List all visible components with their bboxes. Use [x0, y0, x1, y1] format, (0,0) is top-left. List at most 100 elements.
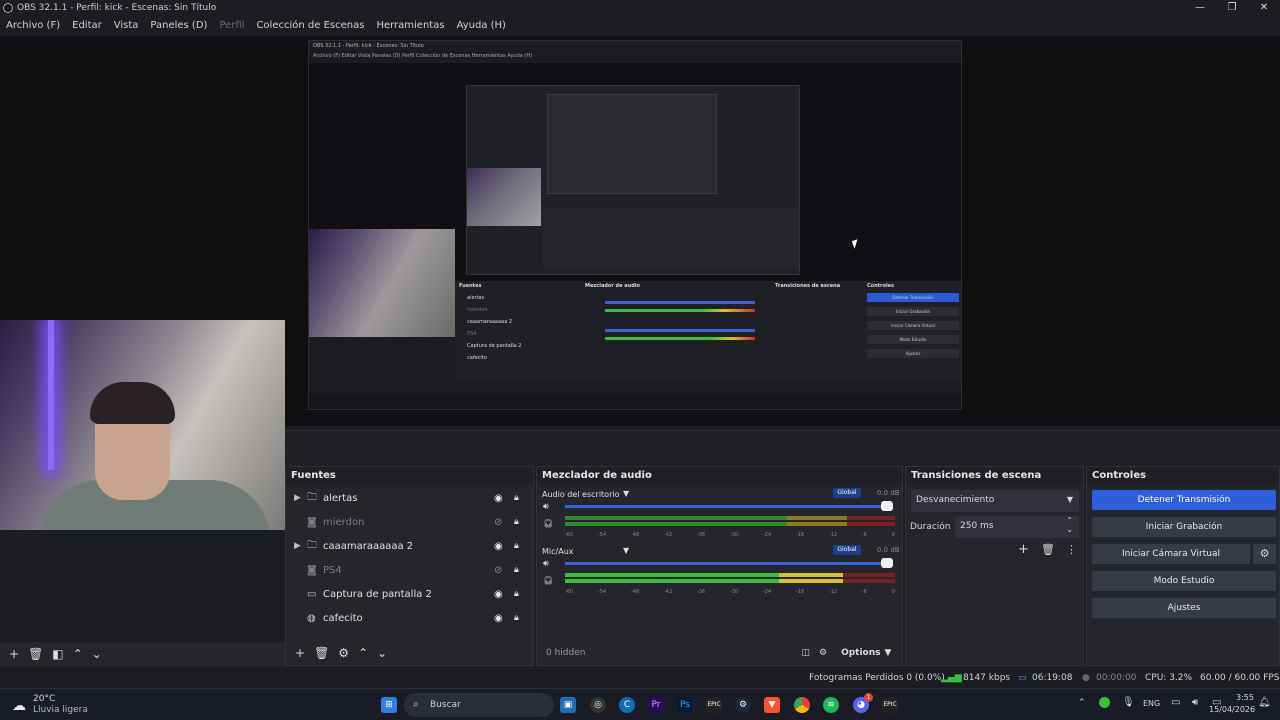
start-recording-button[interactable]: Iniciar Grabación [1092, 517, 1276, 537]
lock-icon[interactable]: 🔒︎ [514, 589, 519, 599]
clock-time[interactable]: 3:55 [1236, 693, 1254, 702]
windows-start-icon[interactable]: ⊞ [381, 697, 397, 713]
lock-icon[interactable]: 🔒︎ [514, 613, 519, 623]
nested-src-2: mierdon [467, 307, 488, 313]
lock-icon[interactable]: 🔒︎ [514, 541, 519, 551]
sources-dock: Fuentes ▶ 🗀 alertas ◉ 🔒︎ ◙ mierdon ⊘ 🔒︎ … [285, 466, 534, 666]
steam-icon[interactable]: ⚙ [735, 697, 751, 713]
volume-slider-knob[interactable] [881, 558, 893, 568]
menu-paneles[interactable]: Paneles (D) [144, 20, 213, 31]
transition-select[interactable]: Desvanecimiento ▼ [911, 490, 1079, 512]
eye-hidden-icon[interactable]: ⊘ [494, 565, 502, 576]
virtual-camera-settings-gear-icon[interactable]: ⚙ [1253, 544, 1276, 564]
weather-desc[interactable]: Lluvia ligera [33, 705, 88, 715]
virtual-camera-button[interactable]: Iniciar Cámara Virtual [1092, 544, 1250, 564]
source-item[interactable]: ▶ 🗀 caaamaraaaaaa 2 ◉ 🔒︎ [286, 534, 531, 558]
volume-slider-knob[interactable] [881, 501, 893, 511]
spotify-icon[interactable]: ≋ [823, 697, 839, 713]
eye-hidden-icon[interactable]: ⊘ [494, 517, 502, 528]
eye-icon[interactable]: ◉ [494, 589, 503, 600]
maximize-button[interactable]: ❐ [1216, 0, 1248, 15]
language-indicator[interactable]: ENG [1143, 699, 1160, 708]
decrement-icon[interactable]: ⌄ [1066, 525, 1073, 534]
source-item[interactable]: ▭ Captura de pantalla 2 ◉ 🔒︎ [286, 582, 531, 606]
menu-vista[interactable]: Vista [108, 20, 145, 31]
monitor-audio-icon[interactable]: 🎧︎ [543, 519, 553, 528]
volume-slider[interactable] [565, 562, 889, 565]
task-view-icon[interactable]: ▣ [560, 697, 576, 713]
network-icon[interactable]: ▭ [1171, 697, 1180, 708]
menu-editar[interactable]: Editar [66, 20, 108, 31]
photoshop-icon[interactable]: Ps [677, 697, 693, 713]
advanced-audio-icon[interactable]: ⚙ [819, 648, 827, 658]
menu-herramientas[interactable]: Herramientas [370, 20, 450, 31]
remove-scene-icon[interactable]: 🗑︎ [28, 647, 43, 661]
premiere-icon[interactable]: Pr [648, 697, 664, 713]
more-options-icon[interactable]: ⋮ [1066, 543, 1077, 556]
brave-icon[interactable]: ▼ [764, 697, 780, 713]
menu-ayuda[interactable]: Ayuda (H) [451, 20, 512, 31]
filters-icon[interactable]: ◧ [52, 647, 63, 661]
move-down-icon[interactable]: ⌄ [377, 646, 387, 660]
track-menu-chevron-icon[interactable]: ▼ [623, 489, 629, 498]
layout-toggle-icon[interactable]: ◫ [801, 648, 810, 658]
add-scene-icon[interactable]: + [9, 647, 19, 661]
add-transition-icon[interactable]: + [1018, 542, 1029, 557]
source-item[interactable]: ◍ cafecito ◉ 🔒︎ [286, 606, 531, 630]
menu-archivo[interactable]: Archivo (F) [0, 20, 66, 31]
eye-icon[interactable]: ◉ [494, 541, 503, 552]
increment-icon[interactable]: ⌃ [1066, 516, 1073, 525]
volume-icon[interactable]: 🔊︎ [543, 502, 549, 512]
lock-icon[interactable]: 🔒︎ [514, 493, 519, 503]
chrome-icon[interactable] [794, 697, 810, 713]
speaker-icon[interactable]: 🔊︎ [1192, 697, 1198, 708]
volume-slider[interactable] [565, 505, 889, 508]
minimize-button[interactable]: — [1184, 0, 1216, 15]
studio-mode-button[interactable]: Modo Estudio [1092, 571, 1276, 591]
source-item[interactable]: ▶ 🗀 alertas ◉ 🔒︎ [286, 486, 531, 510]
options-chevron-icon[interactable]: ▼ [885, 648, 892, 658]
global-badge[interactable]: Global [833, 545, 861, 555]
epic-games-icon-2[interactable]: EPIC [882, 697, 898, 713]
clock-date[interactable]: 15/04/2026 [1209, 705, 1255, 714]
tray-app-icon[interactable] [1099, 697, 1110, 708]
microphone-icon[interactable]: 🎙︎ [1122, 697, 1135, 708]
tray-overflow-icon[interactable]: ⌃ [1078, 698, 1086, 708]
tick: -48 [630, 589, 640, 595]
duration-field[interactable]: 250 ms ⌃ ⌄ [955, 516, 1079, 538]
properties-icon[interactable]: ⚙ [338, 646, 349, 660]
remove-transition-icon[interactable]: 🗑︎ [1041, 543, 1055, 556]
options-button[interactable]: Options [841, 648, 880, 658]
close-button[interactable]: ✕ [1248, 0, 1280, 15]
expand-chevron-icon[interactable]: ▶ [294, 541, 301, 551]
notification-bell-icon[interactable]: 🔔︎ [1258, 697, 1271, 708]
lock-icon[interactable]: 🔒︎ [514, 565, 519, 575]
settings-button[interactable]: Ajustes [1092, 598, 1276, 618]
nested-preview [309, 63, 961, 337]
expand-chevron-icon[interactable]: ▶ [294, 493, 301, 503]
source-item[interactable]: ◙ PS4 ⊘ 🔒︎ [286, 558, 531, 582]
volume-icon[interactable]: 🔊︎ [543, 559, 549, 569]
webcam-source[interactable] [0, 320, 285, 530]
scene-down-icon[interactable]: ⌄ [92, 647, 102, 661]
menu-perfil[interactable]: Perfil [213, 20, 250, 31]
eye-icon[interactable]: ◉ [494, 493, 503, 504]
stop-stream-button[interactable]: Detener Transmisión [1092, 490, 1276, 510]
source-item[interactable]: ◙ mierdon ⊘ 🔒︎ [286, 510, 531, 534]
track-menu-chevron-icon[interactable]: ▼ [623, 546, 629, 555]
monitor-audio-icon[interactable]: 🎧︎ [543, 576, 553, 585]
source-label: PS4 [323, 564, 342, 576]
remove-source-icon[interactable]: 🗑︎ [314, 646, 329, 660]
menu-coleccion-escenas[interactable]: Colección de Escenas [250, 20, 370, 31]
lock-icon[interactable]: 🔒︎ [514, 517, 519, 527]
scene-up-icon[interactable]: ⌃ [73, 647, 83, 661]
move-up-icon[interactable]: ⌃ [358, 646, 368, 660]
browser-c-icon[interactable]: C [619, 697, 635, 713]
weather-temp[interactable]: 20°C [33, 694, 55, 704]
global-badge[interactable]: Global [833, 488, 861, 498]
eye-icon[interactable]: ◉ [494, 613, 503, 624]
add-source-icon[interactable]: + [295, 646, 305, 660]
obs-taskbar-icon[interactable]: ◎ [590, 697, 606, 713]
taskbar-search[interactable]: ⌕ Buscar [404, 693, 554, 717]
epic-games-icon[interactable]: EPIC [706, 697, 722, 713]
